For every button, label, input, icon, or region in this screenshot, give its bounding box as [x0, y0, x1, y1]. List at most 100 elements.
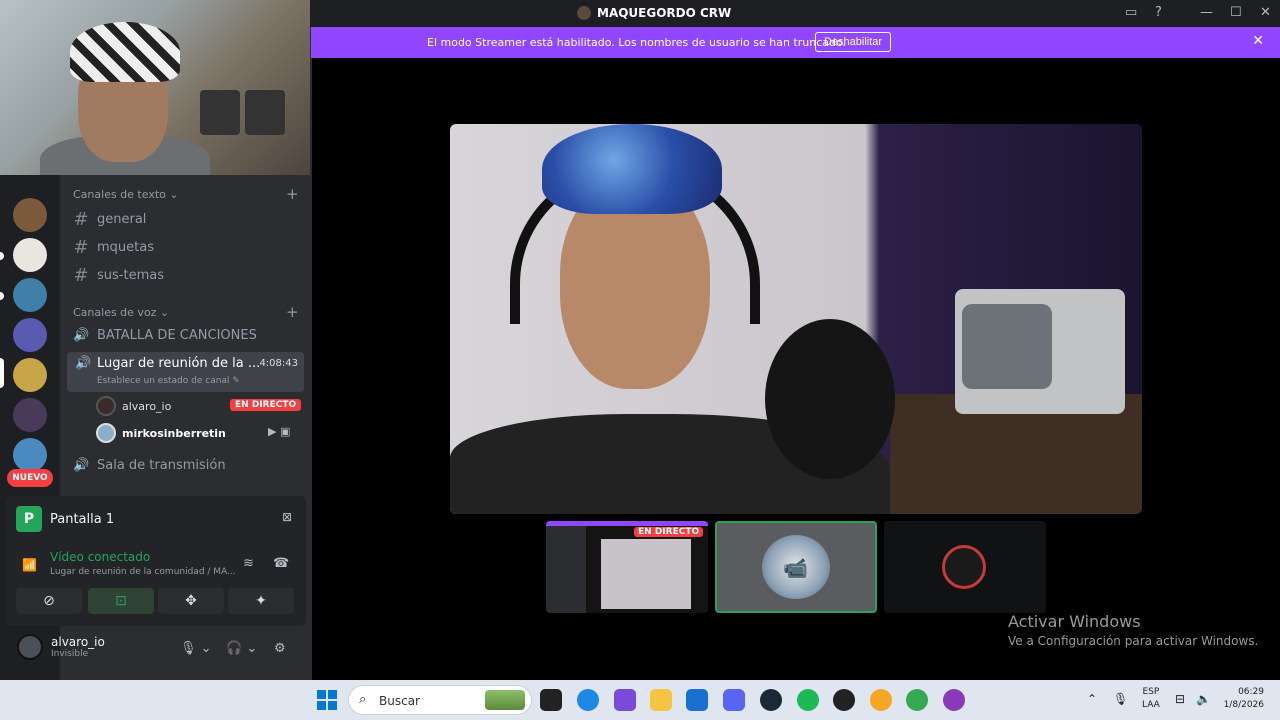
volume-icon[interactable]: 🔈 [1196, 692, 1211, 706]
participant-tile-selected[interactable]: 📹 [715, 521, 877, 613]
voice-status-title: Vídeo conectado [50, 550, 151, 564]
streamer-mode-banner: El modo Streamer está habilitado. Los no… [311, 27, 1280, 58]
activate-windows-title: Activar Windows [1008, 612, 1141, 631]
main-video[interactable] [450, 124, 1142, 514]
voice-channel-name: Lugar de reunión de la ... [97, 356, 261, 371]
avatar [96, 396, 116, 416]
taskbar-search[interactable]: ⌕ Buscar [348, 685, 532, 715]
help-icon[interactable]: ? [1155, 5, 1162, 20]
screen-share-row[interactable]: P Pantalla 1 [16, 506, 114, 532]
disconnect-icon[interactable]: ☎ [273, 556, 289, 571]
app-icon[interactable] [870, 689, 892, 711]
speaker-icon: 🔊 [73, 458, 90, 473]
voice-channel-active[interactable]: 🔊 Lugar de reunión de la ... 4:08:43 Est… [67, 352, 304, 392]
live-badge: EN DIRECTO [230, 399, 302, 411]
file-explorer-icon[interactable] [650, 689, 672, 711]
user-area[interactable]: alvaro_io Invisible [17, 634, 105, 660]
speaker-icon: 🔊 [75, 356, 92, 371]
network-icon[interactable]: ⊟ [1175, 692, 1185, 706]
screen-share-button[interactable]: ⊡ [88, 588, 154, 614]
search-highlight-image [485, 690, 525, 710]
voice-channel-broadcast[interactable]: 🔊 Sala de transmisión [73, 458, 226, 473]
server-icon[interactable] [13, 398, 47, 432]
video-microphone [765, 319, 895, 479]
server-icon[interactable] [13, 198, 47, 232]
noise-suppression-icon[interactable]: ≋ [243, 556, 254, 571]
speaker-decor [200, 90, 240, 135]
camera-toggle-button[interactable]: ⊘ [16, 588, 82, 614]
store-icon[interactable] [686, 689, 708, 711]
epic-games-icon[interactable] [540, 689, 562, 711]
microphone-tray-icon[interactable]: 🎙 [1113, 692, 1128, 706]
webcam-overlay [0, 0, 310, 175]
edge-icon[interactable] [577, 689, 599, 711]
steam-icon[interactable] [760, 689, 782, 711]
search-icon: ⌕ [359, 692, 367, 707]
minimize-button[interactable]: — [1200, 5, 1213, 20]
channel-sus-temas[interactable]: # sus-temas [73, 265, 164, 286]
hash-icon: # [73, 237, 89, 258]
copilot-icon[interactable] [614, 689, 636, 711]
server-logo-icon [577, 6, 591, 20]
chrome-icon[interactable] [906, 689, 928, 711]
thumb-sidebar [546, 526, 586, 613]
language-indicator[interactable]: ESP LAA [1142, 686, 1160, 712]
add-text-channel-button[interactable]: + [286, 185, 299, 203]
maximize-button[interactable]: ☐ [1230, 5, 1242, 20]
keyboard-layout: LAA [1142, 700, 1160, 710]
voice-channels-category[interactable]: Canales de voz ⌄ [73, 306, 169, 319]
discord-app: NUEVO Canales de texto ⌄ + # general # mqu… [0, 0, 1280, 720]
inbox-icon[interactable]: ▭ [1125, 5, 1137, 20]
server-icon[interactable] [13, 278, 47, 312]
text-channels-category[interactable]: Canales de texto ⌄ [73, 188, 179, 201]
taskbar-clock[interactable]: 06:29 1/8/2026 [1222, 686, 1264, 712]
server-icon[interactable] [13, 318, 47, 352]
soundboard-button[interactable]: ✦ [228, 588, 294, 614]
channel-general[interactable]: # general [73, 209, 146, 230]
channel-status-setter[interactable]: Establece un estado de canal ✎ [97, 376, 240, 386]
window-title: MAQUEGORDO CRW [577, 6, 731, 20]
speaker-icon: 🔊 [73, 328, 90, 343]
add-voice-channel-button[interactable]: + [286, 303, 299, 321]
user-status: Invisible [51, 649, 89, 659]
unread-pill [0, 252, 4, 260]
headphones-icon[interactable]: 🎧 ⌄ [226, 641, 257, 656]
clock-time: 06:29 [1238, 687, 1264, 697]
activities-button[interactable]: ✥ [158, 588, 224, 614]
channel-mquetas[interactable]: # mquetas [73, 237, 154, 258]
server-icon[interactable] [13, 438, 47, 472]
video-tv-screen [962, 304, 1052, 389]
settings-gear-icon[interactable]: ⚙ [274, 641, 286, 656]
voice-timer: 4:08:43 [259, 358, 298, 369]
discord-icon[interactable] [723, 689, 745, 711]
chevron-up-icon[interactable]: ⌃ [1087, 692, 1097, 706]
language-code: ESP [1142, 687, 1160, 697]
username: alvaro_io [51, 635, 105, 649]
server-icon[interactable] [13, 238, 47, 272]
app-icon[interactable] [943, 689, 965, 711]
signal-icon[interactable]: 📶 [22, 558, 37, 572]
unread-pill [0, 292, 4, 300]
participant-tile[interactable] [884, 521, 1046, 613]
stop-stream-icon[interactable]: ⊠ [282, 510, 292, 524]
video-bandana [542, 124, 722, 214]
close-banner-icon[interactable]: ✕ [1252, 33, 1264, 49]
voice-channel-battle[interactable]: 🔊 BATALLA DE CANCIONES [73, 328, 257, 343]
windows-start-icon[interactable] [317, 690, 337, 710]
stream-thumbnail[interactable]: EN DIRECTO [546, 521, 708, 613]
live-badge: EN DIRECTO [634, 527, 704, 537]
spotify-icon[interactable] [797, 689, 819, 711]
video-camera-icon: 📹 [783, 556, 808, 580]
screen-share-icon: P [16, 506, 42, 532]
server-icon[interactable] [13, 358, 47, 392]
voice-member[interactable]: alvaro_io [96, 396, 171, 416]
obs-icon[interactable] [833, 689, 855, 711]
disable-streamer-button[interactable]: Deshabilitar [815, 32, 892, 52]
member-name: alvaro_io [122, 399, 172, 413]
microphone-icon[interactable]: 🎙 ⌄ [180, 641, 212, 656]
voice-status-subtitle[interactable]: Lugar de reunión de la comunidad / MA... [50, 567, 236, 577]
voice-member[interactable]: mirkosinberretin [96, 423, 226, 443]
new-badge: NUEVO [7, 469, 53, 487]
hash-icon: # [73, 209, 89, 230]
close-button[interactable]: ✕ [1260, 5, 1271, 20]
